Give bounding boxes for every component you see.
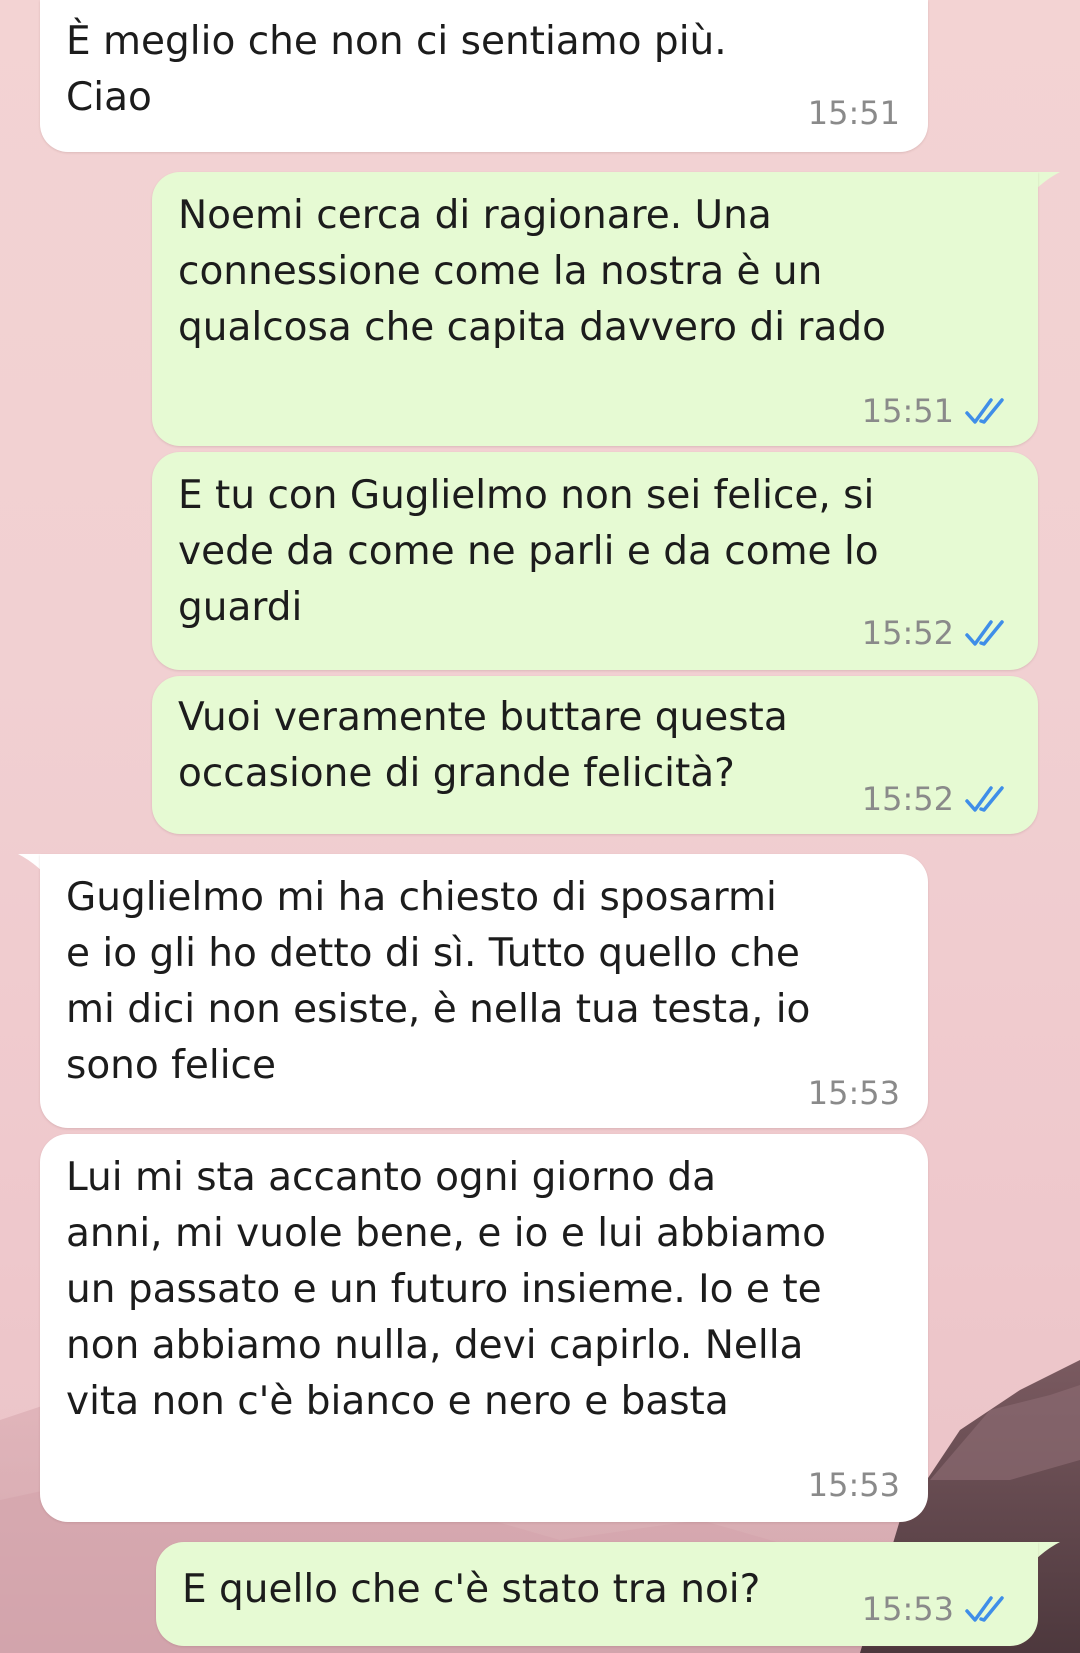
- double-check-icon: [965, 620, 1004, 646]
- message-bubble-outgoing[interactable]: Vuoi veramente buttare questa occasione …: [152, 676, 1038, 834]
- message-time: 15:53: [861, 1590, 954, 1628]
- message-time: 15:53: [807, 1074, 900, 1112]
- message-time: 15:51: [861, 392, 954, 430]
- message-time: 15:53: [807, 1466, 900, 1504]
- message-time: 15:52: [861, 614, 954, 652]
- double-check-icon: [965, 786, 1004, 812]
- chat-thread[interactable]: È meglio che non ci sentiamo più. Ciao 1…: [0, 0, 1080, 1653]
- message-bubble-incoming[interactable]: Guglielmo mi ha chiesto di sposarmi e io…: [40, 854, 928, 1128]
- message-bubble-incoming[interactable]: Lui mi sta accanto ogni giorno da anni, …: [40, 1134, 928, 1522]
- message-text: E tu con Guglielmo non sei felice, si ve…: [178, 473, 879, 630]
- message-time: 15:52: [861, 780, 954, 818]
- message-bubble-outgoing[interactable]: E tu con Guglielmo non sei felice, si ve…: [152, 452, 1038, 670]
- message-bubble-outgoing[interactable]: E quello che c'è stato tra noi? 15:53: [156, 1542, 1038, 1646]
- message-text: Noemi cerca di ragionare. Una connession…: [178, 193, 886, 350]
- message-bubble-incoming[interactable]: È meglio che non ci sentiamo più. Ciao 1…: [40, 0, 928, 152]
- message-time: 15:51: [807, 94, 900, 132]
- message-text: Guglielmo mi ha chiesto di sposarmi e io…: [66, 875, 811, 1088]
- double-check-icon: [965, 398, 1004, 424]
- message-bubble-outgoing[interactable]: Noemi cerca di ragionare. Una connession…: [152, 172, 1038, 446]
- message-text: Lui mi sta accanto ogni giorno da anni, …: [66, 1155, 826, 1424]
- message-text: È meglio che non ci sentiamo più. Ciao: [66, 19, 727, 120]
- double-check-icon: [965, 1596, 1004, 1622]
